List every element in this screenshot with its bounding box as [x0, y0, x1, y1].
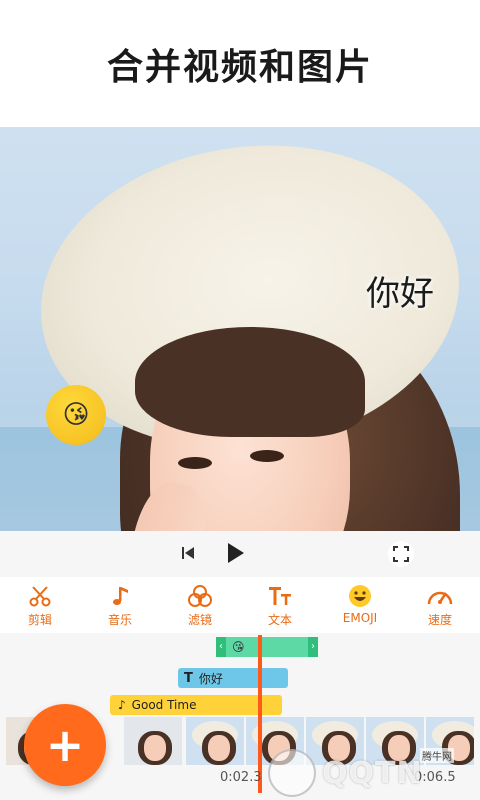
tool-music[interactable]: 音乐	[80, 577, 160, 633]
kiss-emoji-sticker[interactable]: 😘	[46, 385, 106, 445]
watermark-brand: QQTN	[322, 755, 423, 791]
play-icon	[228, 543, 244, 563]
music-track-clip[interactable]: ♪ Good Time	[110, 695, 282, 715]
fullscreen-button[interactable]	[388, 541, 414, 567]
skip-to-start-button[interactable]	[180, 545, 198, 563]
thumbnail	[186, 717, 244, 765]
tool-label: EMOJI	[342, 611, 378, 625]
tool-emoji[interactable]: EMOJI	[320, 577, 400, 633]
text-icon	[267, 583, 293, 609]
emoji-track-clip[interactable]: ‹ 😘 ›	[216, 637, 318, 657]
trim-handle-left[interactable]: ‹	[216, 637, 226, 657]
tool-filter[interactable]: 滤镜	[160, 577, 240, 633]
tool-label: 剪辑	[27, 613, 52, 627]
right-eye	[250, 450, 284, 462]
tool-label: 速度	[427, 613, 452, 627]
music-track-label: Good Time	[131, 698, 197, 712]
text-sticker[interactable]: 你好	[358, 262, 442, 319]
play-button[interactable]	[226, 541, 246, 565]
text-track-label: 你好	[198, 671, 223, 686]
tool-label: 滤镜	[187, 613, 212, 627]
filter-icon	[187, 583, 213, 609]
kiss-emoji-icon: 😘	[62, 400, 90, 430]
speed-gauge-icon	[426, 583, 454, 609]
watermark: QQTN 腾牛网	[268, 746, 480, 800]
bangs-shape	[135, 327, 365, 437]
tool-label: 音乐	[107, 613, 132, 627]
fullscreen-icon	[393, 546, 409, 562]
tool-speed[interactable]: 速度	[400, 577, 480, 633]
video-preview[interactable]	[0, 127, 480, 531]
editing-toolbar: 剪辑 音乐 滤镜 文本 EMOJI 速度	[0, 577, 480, 633]
left-eye	[178, 457, 212, 469]
tool-cut[interactable]: 剪辑	[0, 577, 80, 633]
watermark-logo-icon	[268, 749, 316, 797]
watermark-site: 腾牛网	[420, 748, 454, 763]
current-time: 0:02.3	[220, 770, 262, 785]
tool-label: 文本	[267, 613, 292, 627]
scissors-icon	[28, 583, 52, 609]
skip-back-icon	[182, 547, 194, 559]
thumbnail	[124, 717, 182, 765]
text-track-icon: T	[184, 670, 193, 686]
text-track-clip[interactable]: T 你好	[178, 668, 288, 688]
trim-handle-right[interactable]: ›	[308, 637, 318, 657]
music-track-icon: ♪	[118, 698, 126, 712]
emoji-icon	[347, 583, 373, 609]
player-controls	[0, 531, 480, 577]
add-media-button[interactable]: +	[24, 704, 106, 786]
page-title: 合并视频和图片	[106, 46, 373, 88]
header-banner: 合并视频和图片	[0, 0, 480, 127]
tool-text[interactable]: 文本	[240, 577, 320, 633]
plus-icon: +	[45, 718, 85, 772]
music-note-icon	[108, 583, 132, 609]
emoji-track-icon: 😘	[232, 640, 245, 654]
